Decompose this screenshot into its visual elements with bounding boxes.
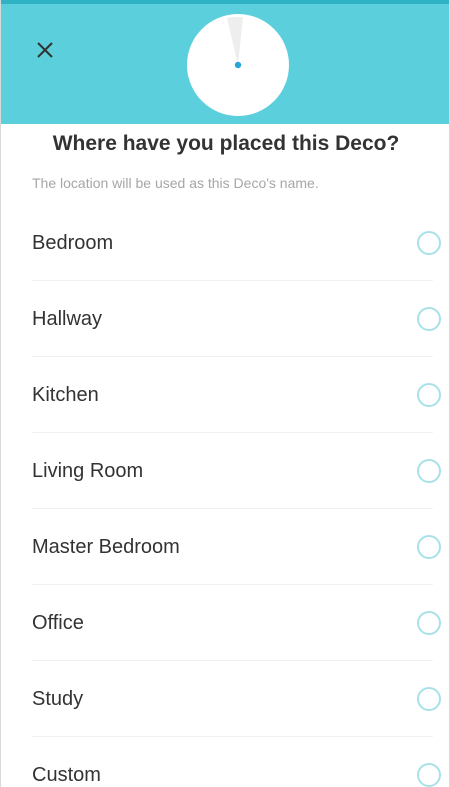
location-option-living-room[interactable]: Living Room [1, 433, 449, 509]
location-label: Bedroom [32, 232, 114, 254]
radio-button[interactable] [417, 231, 441, 255]
location-option-master-bedroom[interactable]: Master Bedroom [1, 509, 449, 585]
location-option-study[interactable]: Study [1, 661, 449, 737]
radio-button[interactable] [417, 535, 441, 559]
location-option-bedroom[interactable]: Bedroom [1, 205, 449, 281]
location-list: Bedroom Hallway Kitchen Living Room Mast… [1, 205, 449, 787]
location-option-custom[interactable]: Custom [1, 737, 449, 787]
location-label: Office [32, 612, 84, 634]
deco-device-illustration [187, 14, 289, 116]
header-banner [1, 4, 449, 124]
location-label: Kitchen [32, 384, 99, 406]
page-title: Where have you placed this Deco? [52, 132, 400, 155]
location-label: Custom [32, 764, 101, 786]
close-button[interactable] [27, 32, 63, 68]
radio-button[interactable] [417, 459, 441, 483]
location-option-kitchen[interactable]: Kitchen [1, 357, 449, 433]
radio-button[interactable] [417, 763, 441, 787]
location-label: Master Bedroom [32, 536, 180, 558]
close-icon [37, 42, 53, 58]
radio-button[interactable] [417, 307, 441, 331]
location-select-screen: Where have you placed this Deco? The loc… [0, 0, 450, 787]
radio-button[interactable] [417, 687, 441, 711]
radio-button[interactable] [417, 383, 441, 407]
radio-button[interactable] [417, 611, 441, 635]
location-label: Living Room [32, 460, 144, 482]
location-label: Study [32, 688, 84, 710]
page-subtitle: The location will be used as this Deco's… [32, 175, 319, 191]
location-option-office[interactable]: Office [1, 585, 449, 661]
location-option-hallway[interactable]: Hallway [1, 281, 449, 357]
location-label: Hallway [32, 308, 103, 330]
deco-scan-icon [227, 16, 243, 69]
